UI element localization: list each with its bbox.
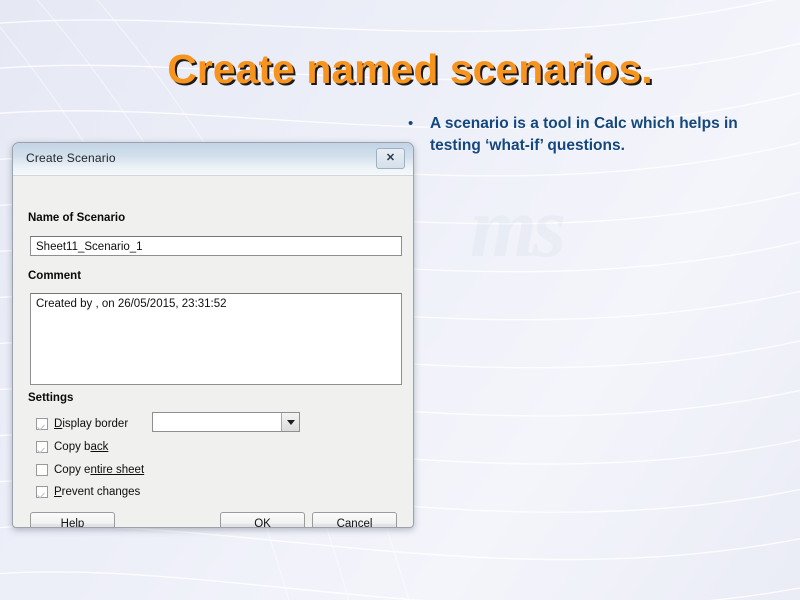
scenario-name-input[interactable]: Sheet11_Scenario_1 bbox=[30, 236, 402, 256]
checkbox-copy-entire-sheet[interactable]: Copy entire sheet bbox=[36, 462, 144, 478]
help-button-mnemonic: H bbox=[61, 518, 69, 528]
create-scenario-dialog: Create Scenario ✕ Name of Scenario Sheet… bbox=[12, 142, 414, 528]
page-title: Create named scenarios. bbox=[60, 46, 760, 93]
help-button[interactable]: Help bbox=[30, 512, 115, 528]
dialog-title: Create Scenario bbox=[26, 151, 116, 165]
checkbox-copy-entire-sheet-label: Copy entire sheet bbox=[54, 464, 144, 476]
watermark: ms bbox=[470, 195, 710, 325]
checkbox-prevent-changes-box[interactable] bbox=[36, 486, 48, 498]
bullet-text: A scenario is a tool in Calc which helps… bbox=[430, 113, 764, 157]
checkbox-copy-entire-sheet-box[interactable] bbox=[36, 464, 48, 476]
ok-button[interactable]: OK bbox=[220, 512, 305, 528]
settings-label: Settings bbox=[28, 392, 73, 404]
chevron-down-icon[interactable] bbox=[281, 413, 299, 431]
bullet-list: • A scenario is a tool in Calc which hel… bbox=[408, 113, 764, 157]
checkbox-prevent-changes-label: Prevent changes bbox=[54, 486, 140, 498]
checkbox-display-border-box[interactable] bbox=[36, 418, 48, 430]
display-border-select[interactable] bbox=[152, 412, 300, 432]
close-icon[interactable]: ✕ bbox=[376, 148, 405, 169]
checkbox-display-border-label: Display border bbox=[54, 418, 128, 430]
comment-textarea[interactable]: Created by , on 26/05/2015, 23:31:52 bbox=[30, 293, 402, 385]
checkbox-copy-back-box[interactable] bbox=[36, 441, 48, 453]
bullet-marker: • bbox=[408, 113, 430, 135]
checkbox-prevent-changes[interactable]: Prevent changes bbox=[36, 484, 140, 500]
comment-label: Comment bbox=[28, 270, 81, 282]
help-button-label: elp bbox=[69, 518, 84, 528]
cancel-button[interactable]: Cancel bbox=[312, 512, 397, 528]
dialog-titlebar[interactable]: Create Scenario ✕ bbox=[13, 143, 413, 176]
name-of-scenario-label: Name of Scenario bbox=[28, 212, 125, 224]
checkbox-copy-back[interactable]: Copy back bbox=[36, 439, 108, 455]
checkbox-copy-back-label: Copy back bbox=[54, 441, 108, 453]
slide: ms Create named scenarios. • A scenario … bbox=[0, 0, 800, 600]
checkbox-display-border[interactable]: Display border bbox=[36, 416, 128, 432]
